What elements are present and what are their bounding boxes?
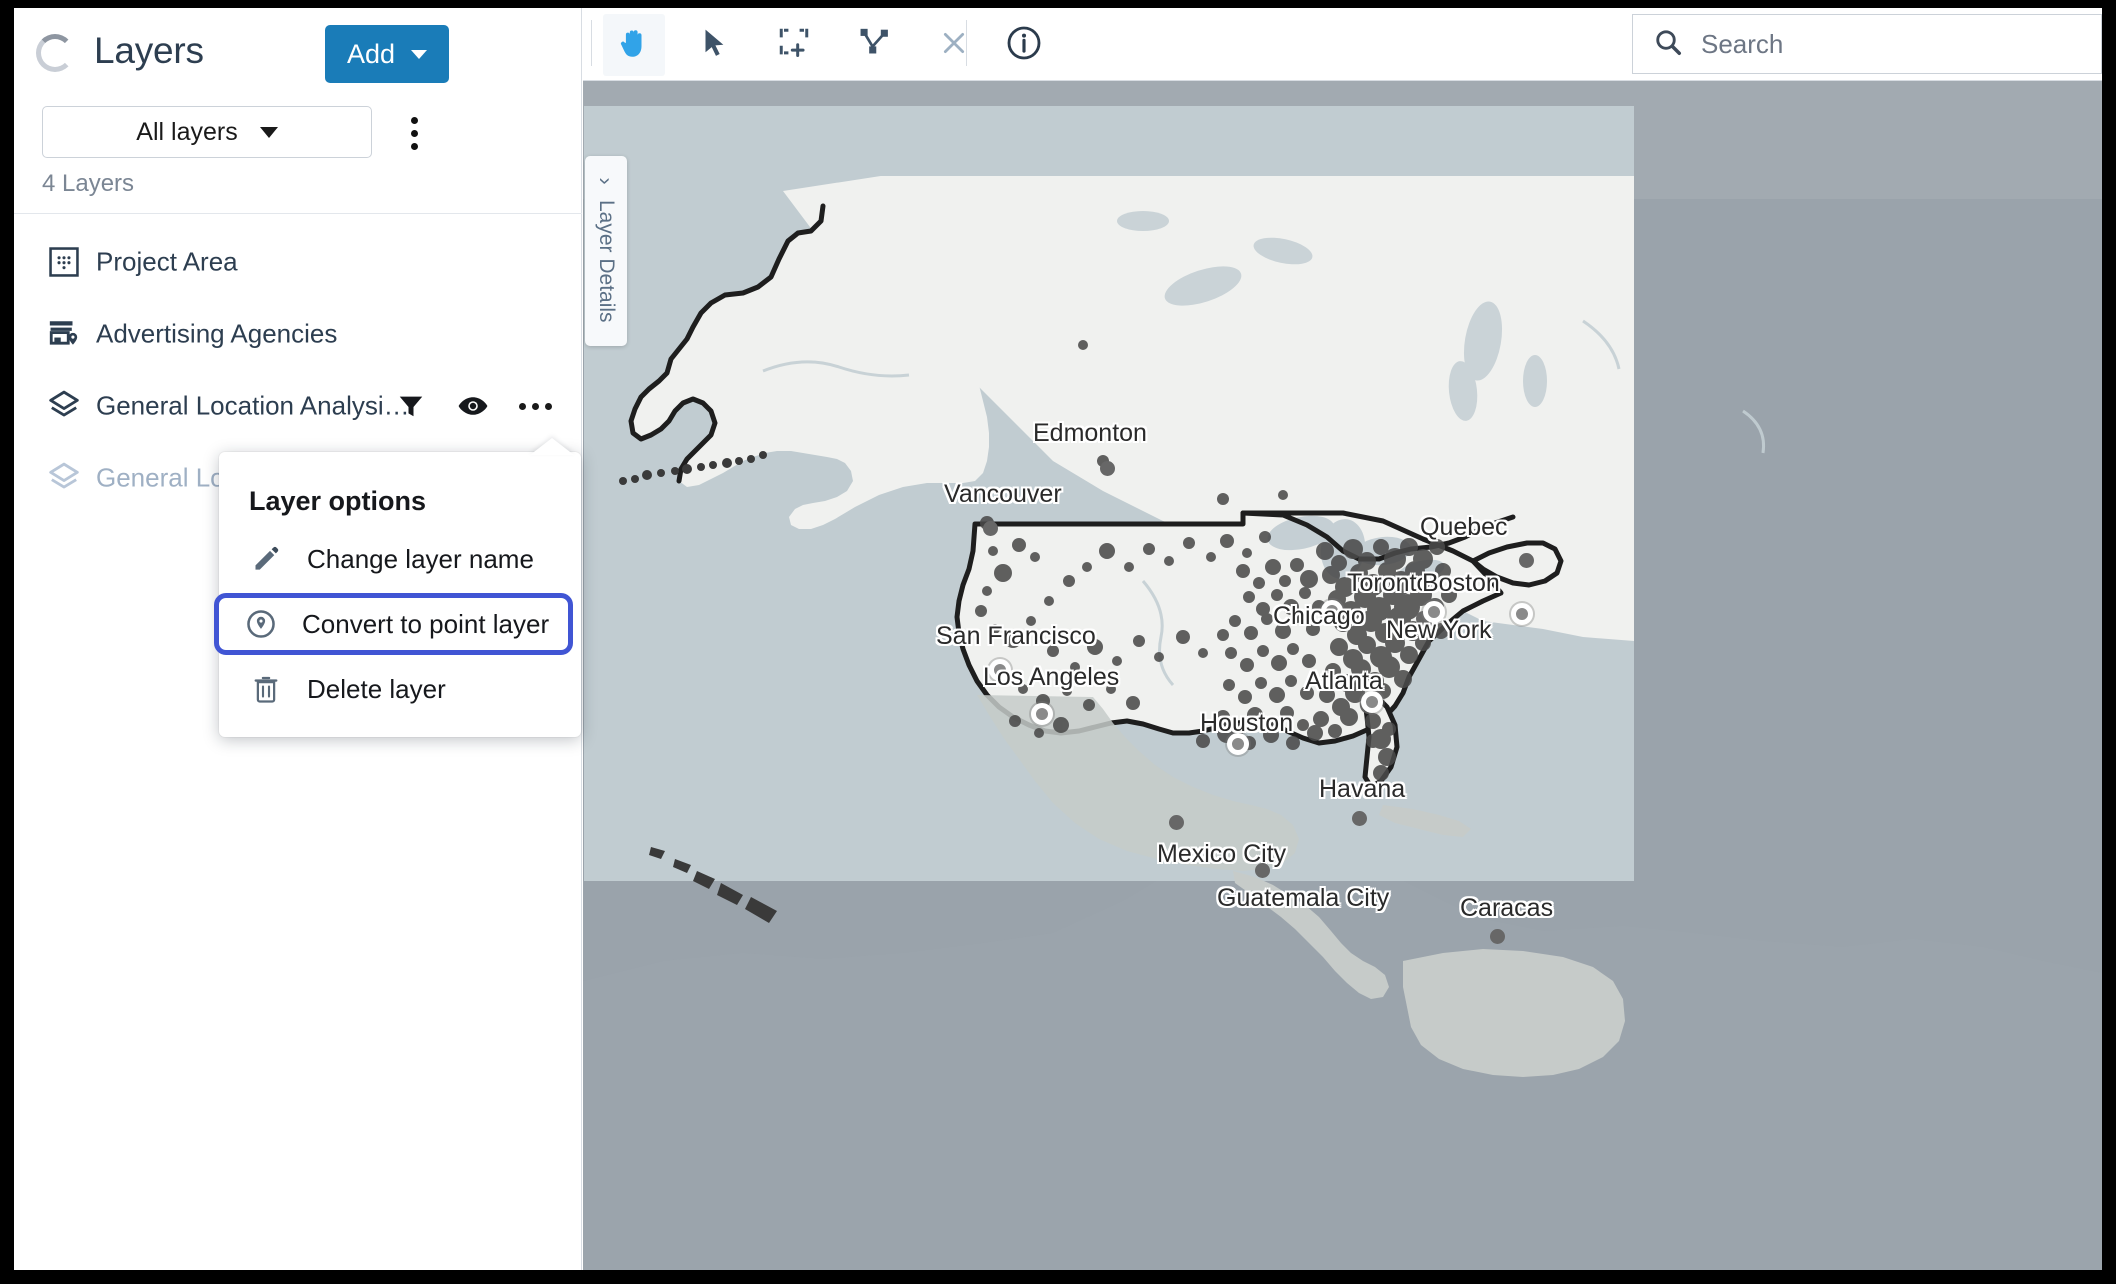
layer-name: General Location Analysi… xyxy=(96,390,410,421)
layer-name: Advertising Agencies xyxy=(96,318,338,349)
menu-item-convert-to-point-layer[interactable]: Convert to point layer xyxy=(214,593,573,655)
chevron-right-icon: › xyxy=(593,177,619,185)
project-area-icon xyxy=(47,245,81,279)
eye-icon[interactable] xyxy=(456,389,490,423)
menu-item-label: Change layer name xyxy=(307,543,534,574)
layer-name: General Loc xyxy=(96,462,238,493)
loading-spinner-icon xyxy=(36,34,74,72)
marquee-select-tool[interactable] xyxy=(763,14,825,76)
divider xyxy=(14,213,582,214)
kebab-horizontal-icon-dot xyxy=(544,402,552,410)
menu-item-label: Delete layer xyxy=(307,673,446,704)
layer-row-actions xyxy=(394,389,552,423)
add-button-label: Add xyxy=(346,38,396,69)
chevron-down-icon xyxy=(411,49,428,59)
layers-stack-icon xyxy=(47,461,81,495)
store-pin-icon xyxy=(47,317,81,351)
map-canvas[interactable]: › Layer Details Edmonton Vancouver Quebec T… xyxy=(583,81,2102,1270)
info-tool[interactable] xyxy=(993,14,1055,76)
map-pin-circle-icon xyxy=(244,607,278,641)
panel-more-options-button[interactable] xyxy=(392,110,436,156)
context-menu-arrow xyxy=(530,438,574,455)
kebab-horizontal-icon-dot xyxy=(531,402,539,410)
pan-hand-tool[interactable] xyxy=(603,14,665,76)
add-button[interactable]: Add xyxy=(325,25,449,83)
kebab-horizontal-icon-dot xyxy=(518,402,526,410)
menu-item-label: Convert to point layer xyxy=(302,608,550,639)
marquee-select-icon xyxy=(777,26,811,65)
info-circle-icon xyxy=(1006,25,1042,66)
all-layers-dropdown-label: All layers xyxy=(136,117,238,146)
select-tool[interactable] xyxy=(683,14,745,76)
layer-more-options-button[interactable] xyxy=(518,389,552,423)
layer-row-project-area[interactable]: Project Area xyxy=(14,226,582,298)
layer-name: Project Area xyxy=(96,246,238,277)
layer-count-label: 4 Layers xyxy=(42,170,135,197)
menu-item-change-layer-name[interactable]: Change layer name xyxy=(219,529,581,589)
layer-details-tab[interactable]: › Layer Details xyxy=(585,156,627,346)
hand-icon xyxy=(616,25,652,66)
map-graphic xyxy=(583,81,2102,1270)
context-menu-title: Layer options xyxy=(249,486,427,516)
cursor-arrow-icon xyxy=(697,26,731,65)
layers-stack-icon xyxy=(47,389,81,423)
layer-options-context-menu: Layer options Change layer name Convert … xyxy=(214,452,581,737)
kebab-vertical-icon-dot xyxy=(410,129,418,137)
clear-tool[interactable] xyxy=(923,14,985,76)
all-layers-dropdown[interactable]: All layers xyxy=(42,106,372,158)
divider xyxy=(591,20,592,66)
layer-row-general-location-analysis[interactable]: General Location Analysi… xyxy=(14,370,582,442)
pencil-icon xyxy=(249,542,283,576)
layers-panel: Layers Add All layers 4 Layers Project A… xyxy=(14,8,582,1270)
trash-icon xyxy=(249,672,283,706)
app-window: Layers Add All layers 4 Layers Project A… xyxy=(14,8,2102,1270)
filter-funnel-icon[interactable] xyxy=(394,389,428,423)
polyline-node-tool[interactable] xyxy=(843,14,905,76)
divider xyxy=(966,20,967,66)
search-input[interactable] xyxy=(1701,28,2061,60)
page-title: Layers xyxy=(94,30,204,71)
search-box[interactable] xyxy=(1632,14,2102,74)
kebab-vertical-icon-dot xyxy=(410,142,418,150)
map-toolbar xyxy=(583,8,2102,81)
layer-row-advertising-agencies[interactable]: Advertising Agencies xyxy=(14,298,582,370)
layers-panel-header: Layers Add xyxy=(14,8,581,102)
chevron-down-icon xyxy=(259,126,278,138)
search-icon xyxy=(1653,27,1683,62)
layer-details-tab-label: Layer Details xyxy=(595,200,618,323)
kebab-vertical-icon-dot xyxy=(410,116,418,124)
menu-item-delete-layer[interactable]: Delete layer xyxy=(219,659,581,719)
polyline-node-icon xyxy=(857,26,891,65)
